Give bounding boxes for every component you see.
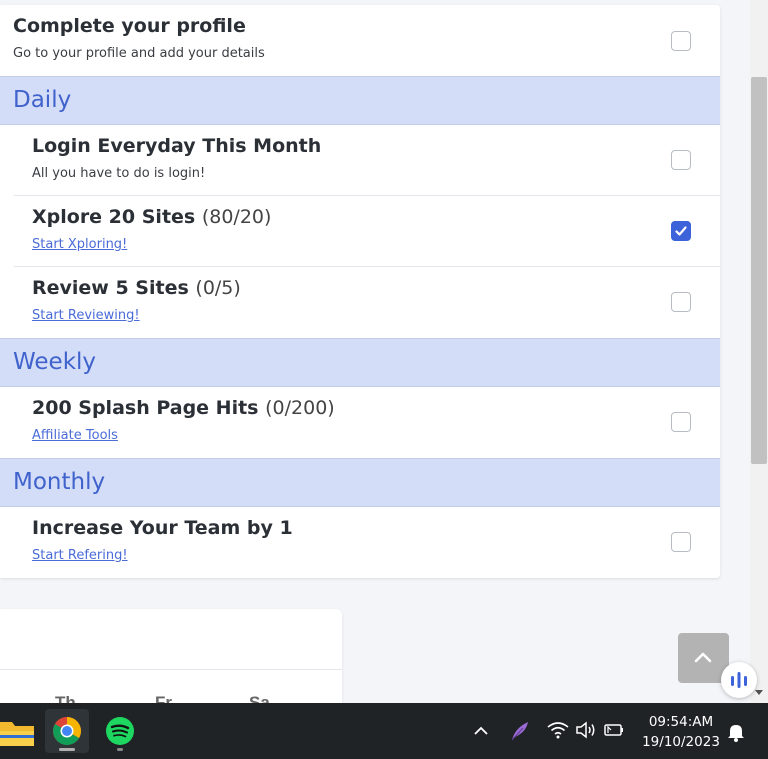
voice-wave-icon [731, 672, 747, 688]
task-complete-profile: Complete your profile Go to your profile… [0, 5, 720, 76]
file-explorer-button[interactable] [0, 709, 38, 753]
chevron-up-icon [694, 652, 712, 663]
tasks-card: Complete your profile Go to your profile… [0, 5, 720, 578]
task-checkbox[interactable] [671, 150, 691, 170]
task-review-sites: Review 5 Sites (0/5) Start Reviewing! [0, 267, 720, 338]
chrome-icon [53, 717, 81, 745]
section-header-monthly: Monthly [0, 458, 720, 507]
system-clock[interactable]: 09:54:AM 19/10/2023 [640, 712, 722, 752]
clock-time: 09:54:AM [648, 714, 714, 730]
section-title: Monthly [13, 469, 106, 495]
task-title: Review 5 Sites (0/5) [32, 277, 241, 299]
weekday-label: Sa [249, 693, 270, 703]
notification-bell-icon[interactable] [727, 722, 745, 747]
feather-app-icon[interactable] [509, 720, 531, 747]
windows-taskbar: 09:54:AM 19/10/2023 [0, 703, 768, 759]
spotify-taskbar-button[interactable] [98, 709, 142, 753]
checkmark-icon [675, 226, 687, 236]
battery-icon[interactable] [603, 722, 625, 743]
voice-assistant-button[interactable] [721, 662, 757, 698]
task-title: Login Everyday This Month [32, 135, 322, 157]
active-indicator [59, 748, 75, 751]
show-hidden-icons-chevron-icon[interactable] [473, 724, 489, 742]
task-splash-page-hits: 200 Splash Page Hits (0/200) Affiliate T… [0, 387, 720, 458]
task-title: Increase Your Team by 1 [32, 517, 293, 539]
start-refering-link[interactable]: Start Refering! [32, 548, 128, 563]
task-title-text: 200 Splash Page Hits [32, 397, 259, 419]
scroll-down-arrow-icon[interactable] [755, 690, 763, 695]
task-checkbox[interactable] [671, 532, 691, 552]
running-indicator [117, 748, 123, 751]
task-title-text: Xplore 20 Sites [32, 206, 196, 228]
task-title-text: Review 5 Sites [32, 277, 189, 299]
task-checkbox-checked[interactable] [671, 221, 691, 241]
task-subtitle: All you have to do is login! [32, 166, 206, 181]
affiliate-tools-link[interactable]: Affiliate Tools [32, 428, 118, 443]
section-header-weekly: Weekly [0, 338, 720, 387]
start-reviewing-link[interactable]: Start Reviewing! [32, 308, 140, 323]
vertical-scrollbar[interactable] [750, 0, 768, 703]
section-header-daily: Daily [0, 76, 720, 125]
calendar-card: Th Fr Sa [0, 609, 342, 703]
task-xplore-sites: Xplore 20 Sites (80/20) Start Xploring! [0, 196, 720, 267]
start-xploring-link[interactable]: Start Xploring! [32, 237, 127, 252]
section-title: Daily [13, 87, 72, 113]
task-login-everyday: Login Everyday This Month All you have t… [0, 125, 720, 196]
task-checkbox[interactable] [671, 31, 691, 51]
weekday-label: Fr [155, 693, 172, 703]
chrome-taskbar-button[interactable] [45, 709, 89, 753]
task-title: 200 Splash Page Hits (0/200) [32, 397, 335, 419]
clock-date: 19/10/2023 [642, 734, 720, 750]
task-progress-count: (0/5) [195, 277, 241, 299]
section-title: Weekly [13, 349, 97, 375]
volume-icon[interactable] [575, 721, 597, 744]
divider [0, 669, 342, 670]
task-checkbox[interactable] [671, 412, 691, 432]
task-progress-count: (80/20) [201, 206, 272, 228]
wifi-icon[interactable] [547, 721, 569, 744]
task-subtitle: Go to your profile and add your details [13, 46, 265, 61]
task-increase-team: Increase Your Team by 1 Start Refering! [0, 507, 720, 578]
weekday-label: Th [55, 693, 76, 703]
task-title: Complete your profile [13, 15, 246, 37]
scrollbar-thumb[interactable] [751, 77, 767, 464]
spotify-icon [106, 717, 134, 745]
file-explorer-icon [0, 722, 34, 746]
task-title: Xplore 20 Sites (80/20) [32, 206, 271, 228]
task-checkbox[interactable] [671, 292, 691, 312]
task-progress-count: (0/200) [265, 397, 335, 419]
page-content: Complete your profile Go to your profile… [0, 0, 750, 703]
